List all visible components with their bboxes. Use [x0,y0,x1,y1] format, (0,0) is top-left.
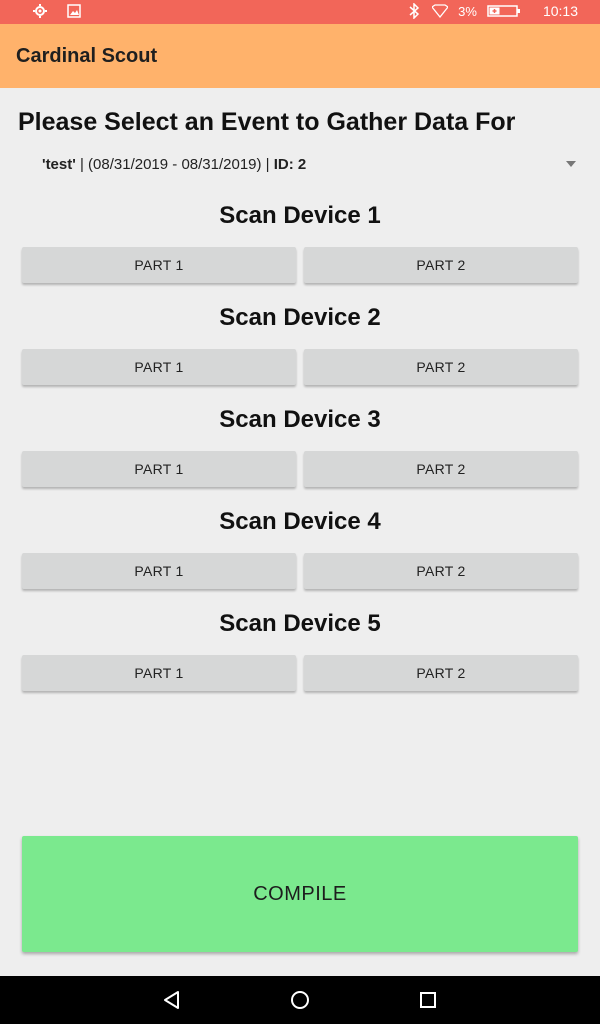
scan-device-3-title: Scan Device 3 [219,406,381,433]
wifi-icon [432,3,449,19]
back-icon[interactable] [162,990,182,1010]
recents-icon[interactable] [418,990,438,1010]
device-2-part-1-button[interactable]: PART 1 [22,349,296,385]
device-4-part-2-button[interactable]: PART 2 [304,553,578,589]
navigation-bar [0,976,600,1024]
clock: 10:13 [542,3,578,19]
scan-device-5-title: Scan Device 5 [219,610,381,637]
device-3-part-1-button[interactable]: PART 1 [22,451,296,487]
event-dates: (08/31/2019 - 08/31/2019) [88,155,262,173]
battery-icon [487,3,521,19]
event-id: ID: 2 [273,155,307,173]
device-2-part-2-button[interactable]: PART 2 [304,349,578,385]
device-4-part-1-button[interactable]: PART 1 [22,553,296,589]
device-5-part-2-button[interactable]: PART 2 [304,655,578,691]
device-1-part-1-button[interactable]: PART 1 [22,247,296,283]
settings-gear-icon [32,3,48,19]
event-separator: | [75,155,89,173]
dropdown-arrow-icon[interactable] [566,161,576,167]
device-3-part-2-button[interactable]: PART 2 [304,451,578,487]
app-bar: Cardinal Scout [0,24,600,88]
page-heading: Please Select an Event to Gather Data Fo… [18,108,516,136]
compile-button[interactable]: COMPILE [22,836,578,952]
bluetooth-icon [406,3,422,19]
status-bar: 3% 10:13 [0,0,600,24]
event-dropdown[interactable]: 'test' | (08/31/2019 - 08/31/2019) | ID:… [42,152,582,176]
event-name: 'test' [42,155,76,173]
scan-device-4-title: Scan Device 4 [219,508,381,535]
event-separator: | [261,155,274,173]
app-title: Cardinal Scout [16,44,158,67]
scan-device-1-title: Scan Device 1 [219,202,381,229]
home-icon[interactable] [290,990,310,1010]
scan-device-2-title: Scan Device 2 [219,304,381,331]
main-content: Please Select an Event to Gather Data Fo… [0,88,600,976]
device-1-part-2-button[interactable]: PART 2 [304,247,578,283]
battery-percent: 3% [458,3,477,19]
device-5-part-1-button[interactable]: PART 1 [22,655,296,691]
image-notification-icon [66,3,82,19]
